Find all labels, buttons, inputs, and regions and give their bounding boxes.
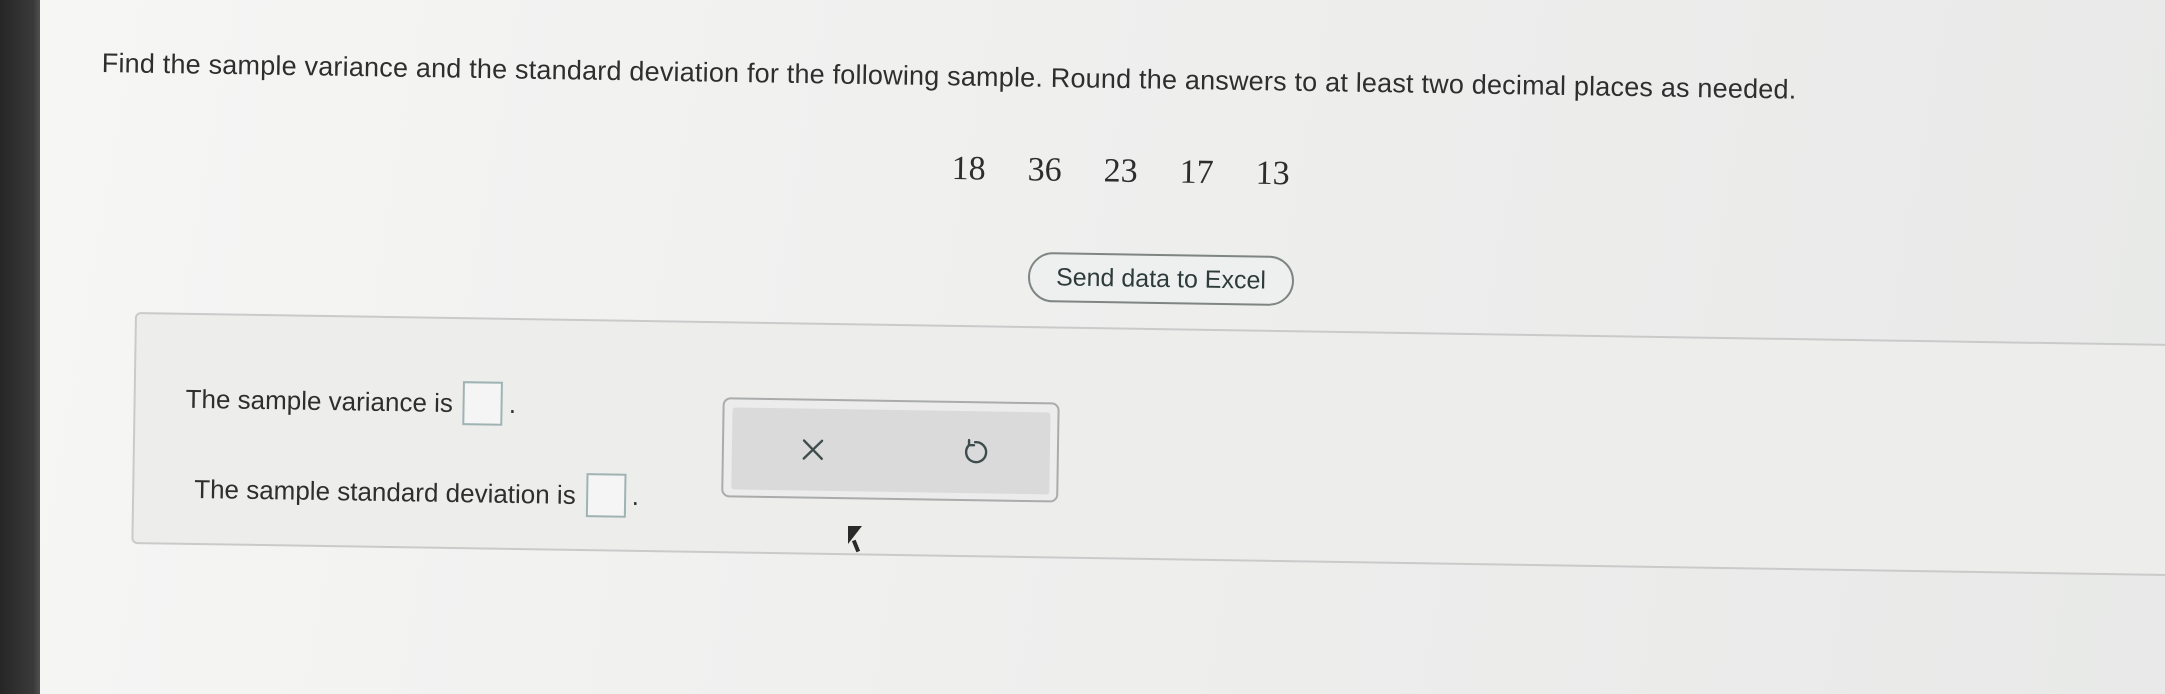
sample-value: 23: [1103, 152, 1138, 190]
variance-label: The sample variance is: [185, 383, 454, 418]
period: .: [631, 480, 640, 511]
question-prompt: Find the sample variance and the standar…: [101, 48, 1797, 105]
close-icon: [802, 439, 824, 461]
answer-panel: The sample variance is . The sample stan…: [131, 312, 2165, 578]
sample-values: 18 36 23 17 13: [951, 150, 1290, 193]
sd-label: The sample standard deviation is: [194, 473, 576, 510]
screen: Find the sample variance and the standar…: [40, 0, 2165, 694]
tools-bar: [731, 407, 1051, 495]
variance-answer-line: The sample variance is .: [185, 377, 516, 426]
period: .: [508, 388, 517, 419]
sd-answer-line: The sample standard deviation is .: [194, 467, 639, 518]
sample-value: 18: [951, 150, 986, 188]
undo-icon: [964, 438, 988, 464]
undo-button[interactable]: [956, 433, 995, 472]
sample-value: 36: [1027, 151, 1062, 189]
sd-input[interactable]: [585, 473, 627, 518]
sample-value: 17: [1179, 153, 1214, 192]
clear-button[interactable]: [794, 430, 833, 469]
variance-input[interactable]: [462, 381, 504, 426]
send-data-to-excel-button[interactable]: Send data to Excel: [1027, 251, 1295, 307]
input-tools: [721, 397, 1060, 503]
sample-value: 13: [1255, 154, 1290, 193]
mouse-cursor: [848, 526, 868, 556]
